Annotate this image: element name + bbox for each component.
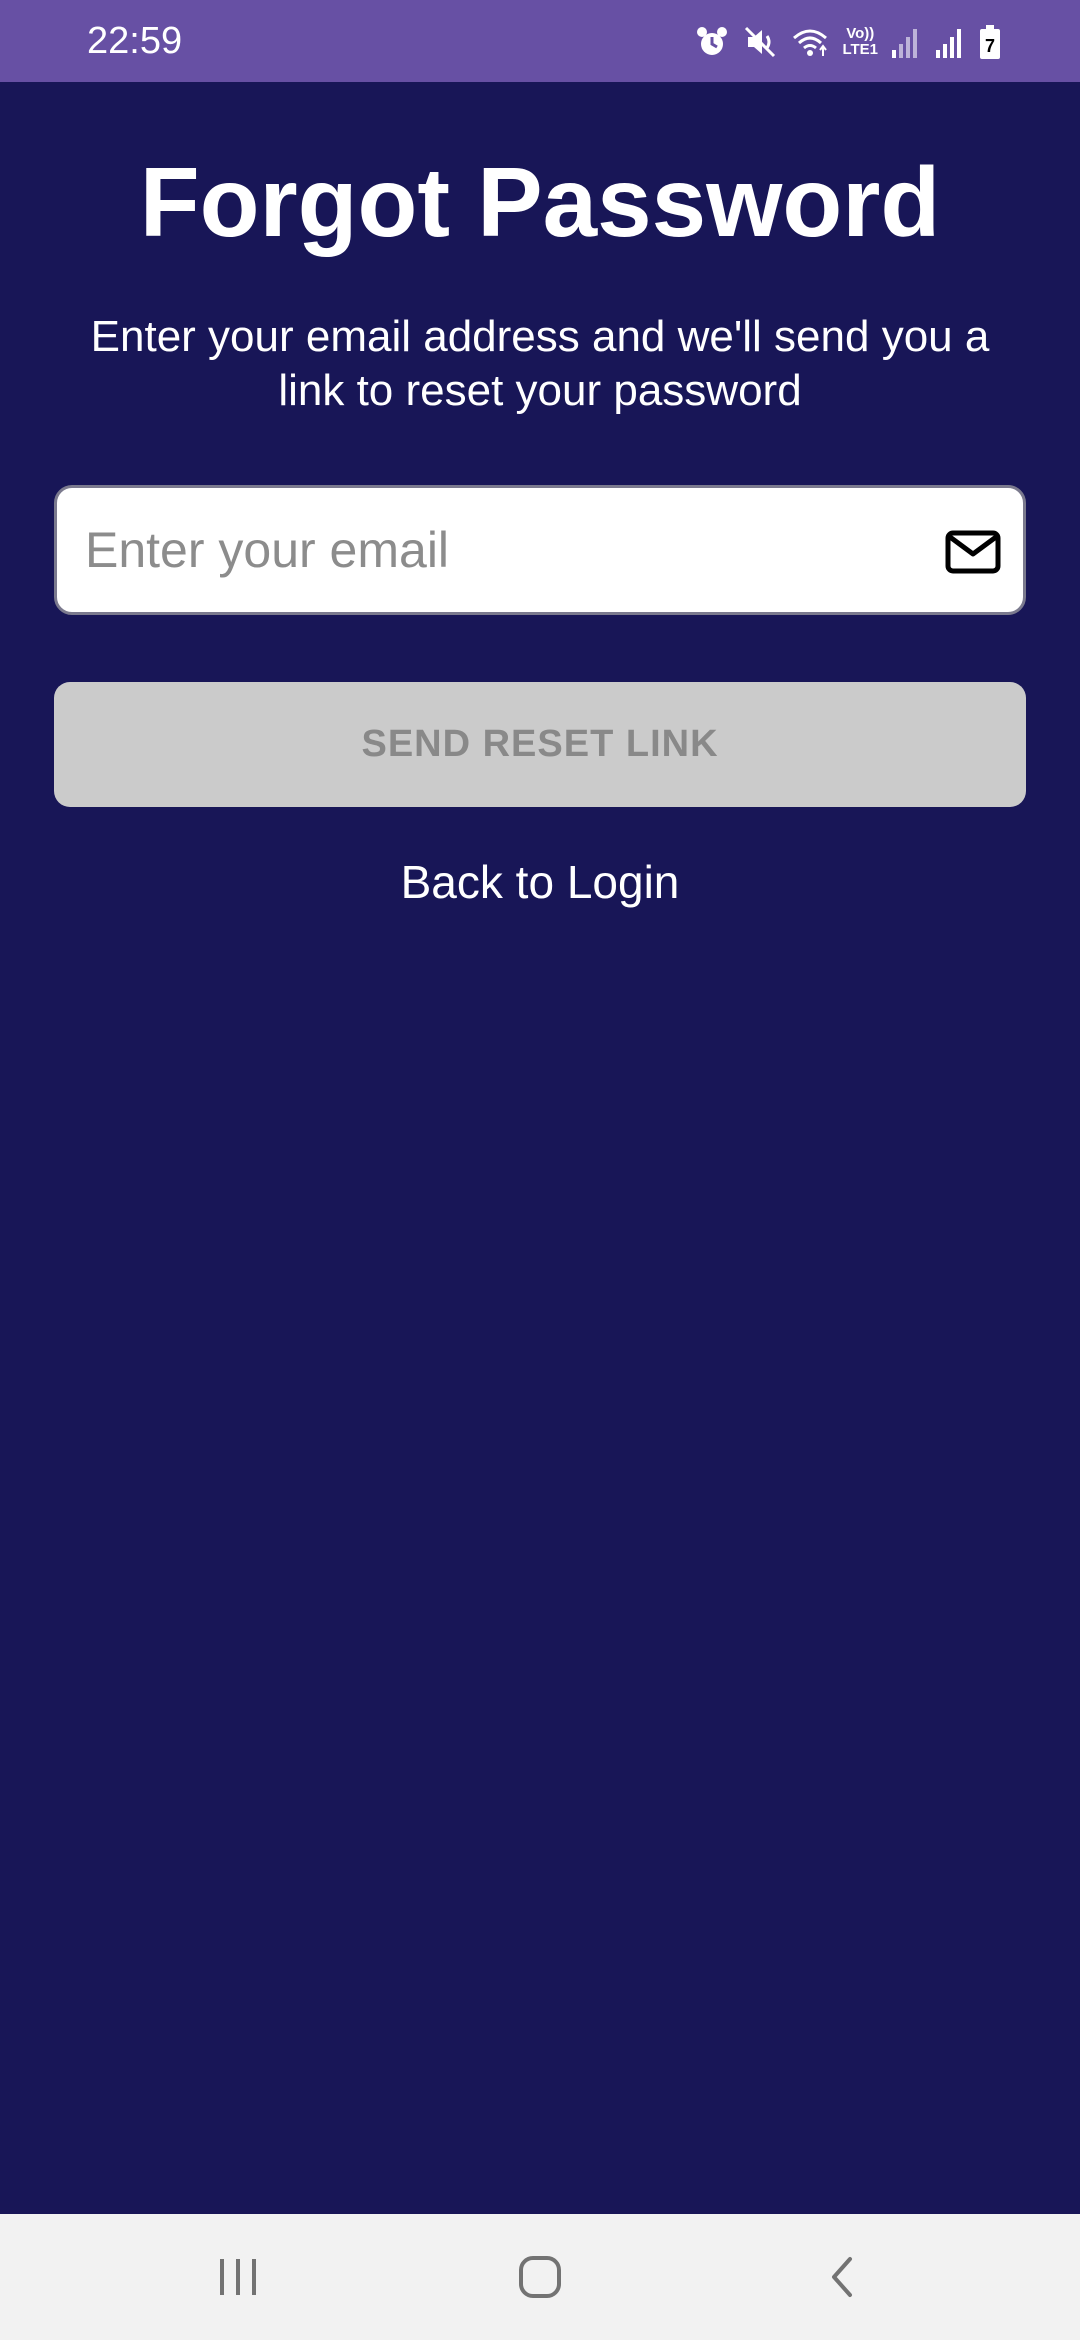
email-input[interactable] — [85, 488, 905, 612]
send-reset-link-button[interactable]: SEND RESET LINK — [54, 682, 1026, 807]
page-title: Forgot Password — [139, 147, 941, 257]
wifi-icon — [793, 29, 828, 56]
back-icon — [832, 2257, 852, 2297]
back-to-login-link[interactable]: Back to Login — [0, 854, 1080, 910]
page-subtitle: Enter your email address and we'll send … — [90, 312, 990, 415]
alarm-icon — [697, 27, 728, 55]
status-bar: 22:59 Vo)) LTE1 7 — [0, 0, 1080, 82]
navigation-bar — [0, 2214, 1080, 2340]
signal-icon — [892, 29, 917, 58]
forgot-password-screen: Forgot Password Enter your email address… — [0, 82, 1080, 2214]
volte-bottom-label: LTE1 — [842, 41, 878, 58]
home-button[interactable] — [500, 2244, 580, 2310]
status-time: 22:59 — [87, 20, 183, 62]
signal-icon — [936, 29, 961, 58]
recents-icon — [220, 2259, 256, 2295]
home-icon — [519, 2256, 561, 2298]
mute-icon — [745, 26, 776, 58]
email-field[interactable] — [54, 485, 1026, 615]
battery-charging-icon: 7 — [980, 25, 1000, 59]
status-icons: Vo)) LTE1 7 — [694, 20, 1002, 64]
volte-top-label: Vo)) — [846, 25, 875, 42]
back-button[interactable] — [802, 2244, 882, 2310]
battery-level: 7 — [985, 36, 995, 56]
recents-button[interactable] — [198, 2244, 278, 2310]
mail-icon — [945, 530, 1001, 574]
volte-icon: Vo)) LTE1 — [842, 26, 878, 58]
